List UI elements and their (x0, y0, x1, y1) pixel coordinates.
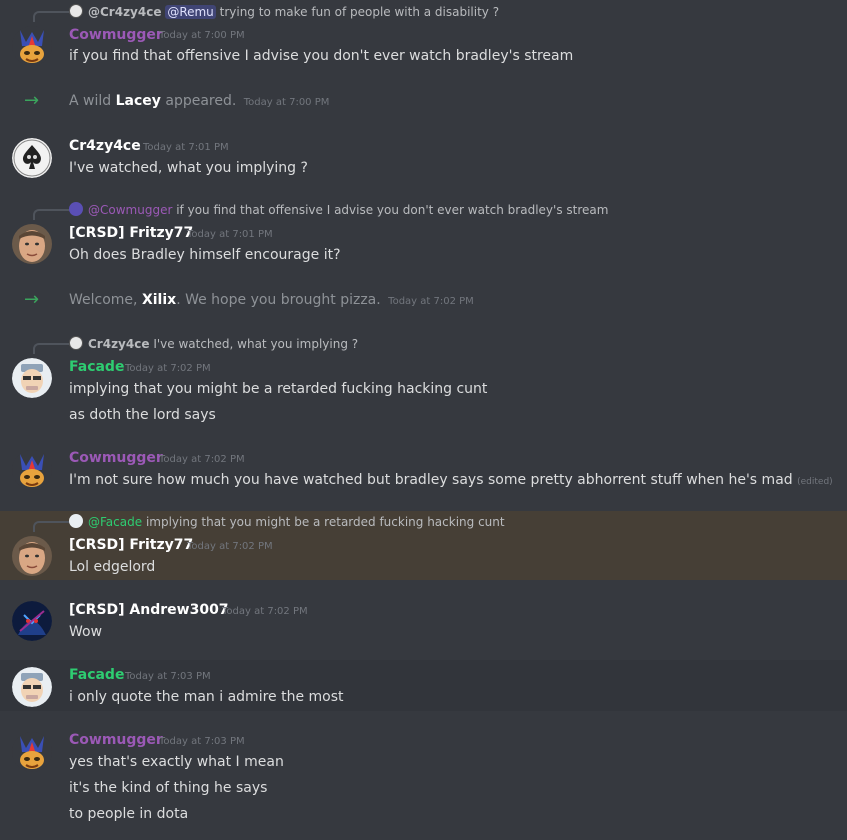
message-timestamp: Today at 7:03 PM (125, 671, 211, 682)
message-timestamp: Today at 7:02 PM (125, 363, 211, 374)
cowmugger-avatar[interactable] (12, 26, 52, 66)
message-timestamp: Today at 7:02 PM (222, 606, 308, 617)
system-text-pre: Welcome, (69, 292, 138, 308)
cowmugger-avatar[interactable] (12, 732, 52, 772)
reply-text: I've watched, what you implying ? (153, 337, 359, 351)
andrew-avatar[interactable] (12, 601, 52, 641)
message-text: it's the kind of thing he says (69, 780, 268, 796)
system-join-message: A wild Lacey appeared. Today at 7:00 PM (69, 93, 329, 109)
reply-preview[interactable]: Cr4zy4ce I've watched, what you implying… (69, 336, 358, 351)
message-text: i only quote the man i admire the most (69, 689, 344, 705)
message-timestamp: Today at 7:02 PM (159, 454, 245, 465)
demon-mask-avatar-icon (12, 732, 52, 772)
face-photo-avatar-icon (12, 224, 52, 264)
reply-text: implying that you might be a retarded fu… (145, 515, 505, 529)
reply-preview[interactable]: @Cr4zy4ce @Remu trying to make fun of pe… (69, 4, 499, 19)
arrow-right-icon: → (24, 90, 40, 111)
demon-mask-avatar-icon (12, 26, 52, 66)
arrow-right-icon: → (24, 289, 40, 310)
reply-mention[interactable]: @Remu (165, 5, 216, 19)
face-photo-avatar-icon (12, 536, 52, 576)
demon-mask-avatar-icon (12, 450, 52, 490)
message-author[interactable]: [CRSD] Andrew3007 (69, 602, 229, 618)
message-text: Oh does Bradley himself encourage it? (69, 247, 341, 263)
reply-author[interactable]: @Facade (88, 515, 142, 529)
message-author[interactable]: Cowmugger (69, 450, 163, 466)
message-text: as doth the lord says (69, 407, 216, 423)
message-text: I've watched, what you implying ? (69, 160, 308, 176)
cr4zy4ce-mini-avatar-icon (69, 4, 83, 18)
message-text: Wow (69, 624, 103, 640)
reply-spine (33, 209, 69, 220)
message-timestamp: Today at 7:01 PM (143, 142, 229, 153)
system-join-message: Welcome, Xilix. We hope you brought pizz… (69, 292, 474, 308)
reply-text: trying to make fun of people with a disa… (219, 5, 500, 19)
message-timestamp: Today at 7:00 PM (243, 97, 330, 108)
facade-avatar[interactable] (12, 358, 52, 398)
message-text: implying that you might be a retarded fu… (69, 381, 488, 397)
joined-user-name[interactable]: Lacey (116, 93, 161, 109)
message-text: yes that's exactly what I mean (69, 754, 284, 770)
reply-preview[interactable]: @Facade implying that you might be a ret… (69, 514, 505, 529)
cr4zy4ce-mini-avatar-icon (69, 336, 83, 350)
message-body: I'm not sure how much you have watched b… (69, 472, 793, 488)
message-author[interactable]: [CRSD] Fritzy77 (69, 225, 193, 241)
message-timestamp: Today at 7:03 PM (159, 736, 245, 747)
reply-author[interactable]: @Cr4zy4ce (88, 5, 161, 19)
system-text-pre: A wild (69, 93, 112, 109)
message-author[interactable]: Cr4zy4ce (69, 138, 141, 154)
reply-spine (33, 11, 69, 22)
system-text-post: . We hope you brought pizza. (176, 292, 381, 308)
message-author[interactable]: Facade (69, 359, 124, 375)
reply-author[interactable]: @Cowmugger (88, 203, 172, 217)
message-author[interactable]: Cowmugger (69, 732, 163, 748)
reply-text: if you find that offensive I advise you … (176, 203, 609, 217)
message-author[interactable]: Facade (69, 667, 124, 683)
message-text: to people in dota (69, 806, 189, 822)
message-author[interactable]: [CRSD] Fritzy77 (69, 537, 193, 553)
message-timestamp: Today at 7:00 PM (159, 30, 245, 41)
message-author[interactable]: Cowmugger (69, 27, 163, 43)
fritzy-avatar[interactable] (12, 224, 52, 264)
facade-mini-avatar-icon (69, 514, 83, 528)
reply-spine (33, 521, 69, 532)
message-timestamp: Today at 7:02 PM (187, 541, 273, 552)
message-text: I'm not sure how much you have watched b… (69, 472, 833, 488)
message-text: Lol edgelord (69, 559, 156, 575)
fritzy-avatar[interactable] (12, 536, 52, 576)
reply-author[interactable]: Cr4zy4ce (88, 337, 149, 351)
cowmugger-avatar[interactable] (12, 450, 52, 490)
system-text-post: appeared. (165, 93, 237, 109)
cr4zy4ce-avatar[interactable] (12, 138, 52, 178)
message-timestamp: Today at 7:02 PM (388, 296, 474, 307)
reply-spine (33, 343, 69, 354)
cartoon-face-avatar-icon (12, 358, 52, 398)
joined-user-name[interactable]: Xilix (142, 292, 176, 308)
message-timestamp: Today at 7:01 PM (187, 229, 273, 240)
dark-hero-avatar-icon (12, 601, 52, 641)
message-text: if you find that offensive I advise you … (69, 48, 574, 64)
facade-avatar[interactable] (12, 667, 52, 707)
spade-skull-avatar-icon (12, 138, 52, 178)
cartoon-face-avatar-icon (12, 667, 52, 707)
reply-preview[interactable]: @Cowmugger if you find that offensive I … (69, 202, 608, 217)
cowmugger-mini-avatar-icon (69, 202, 83, 216)
edited-tag: (edited) (797, 477, 833, 487)
